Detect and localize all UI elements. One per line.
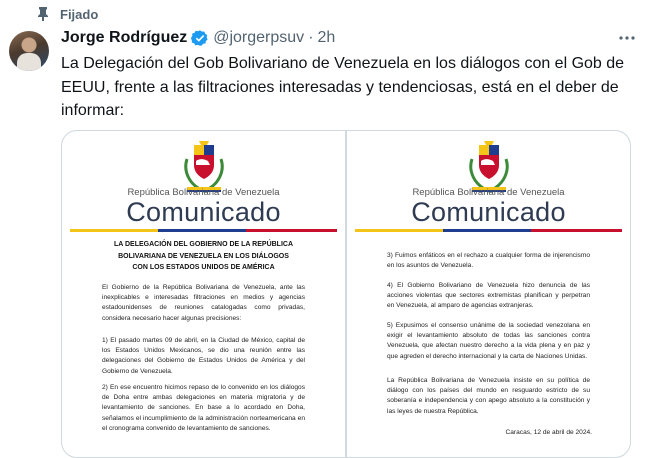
comunicado-banner: Comunicado <box>126 197 281 227</box>
separator-dot: · <box>308 29 314 46</box>
document-title: LA DELEGACIÓN DEL GOBIERNO DE LA REPÚBLI… <box>113 241 294 271</box>
document-paragraph: 5) Expusimos el consenso unánime de la s… <box>387 322 590 360</box>
verified-badge-icon <box>191 30 208 46</box>
author-name[interactable]: Jorge Rodríguez <box>61 29 187 47</box>
pinned-indicator: Fijado <box>36 6 98 22</box>
author-handle[interactable]: @jorgerpsuv <box>213 29 304 47</box>
media-image-1[interactable]: República Bolivariana de Venezuela Comun… <box>62 131 345 457</box>
comunicado-banner: Comunicado <box>411 197 566 227</box>
document-paragraph: 2) En ese encuentro hicimos repaso de lo… <box>102 384 305 432</box>
pinned-label: Fijado <box>60 6 99 22</box>
tweet-text: La Delegación del Gob Bolivariano de Ven… <box>61 55 625 119</box>
media-image-2[interactable]: República Bolivariana de Venezuela Comun… <box>347 131 630 457</box>
more-options-icon[interactable] <box>617 28 637 48</box>
document-paragraph: 1) El pasado martes 09 de abril, en la C… <box>102 337 305 375</box>
document-paragraph: 3) Fuimos enfáticos en el rechazo a cual… <box>387 252 590 270</box>
flag-stripe <box>355 229 622 232</box>
tweet-media[interactable]: República Bolivariana de Venezuela Comun… <box>61 130 631 458</box>
tweet-time[interactable]: 2h <box>318 29 336 47</box>
document-paragraph: 4) El Gobierno Bolivariano de Venezuela … <box>387 282 590 310</box>
document-paragraph: El Gobierno de la República Bolivariana … <box>102 284 305 322</box>
tweet-header: Jorge Rodríguez @jorgerpsuv · 2h <box>61 28 335 48</box>
flag-stripe <box>70 229 337 232</box>
avatar[interactable] <box>9 31 49 71</box>
document-paragraph: La República Bolivariana de Venezuela in… <box>387 377 590 415</box>
document-signoff: Caracas, 12 de abril de 2024. <box>505 429 592 436</box>
pin-icon <box>38 7 48 21</box>
